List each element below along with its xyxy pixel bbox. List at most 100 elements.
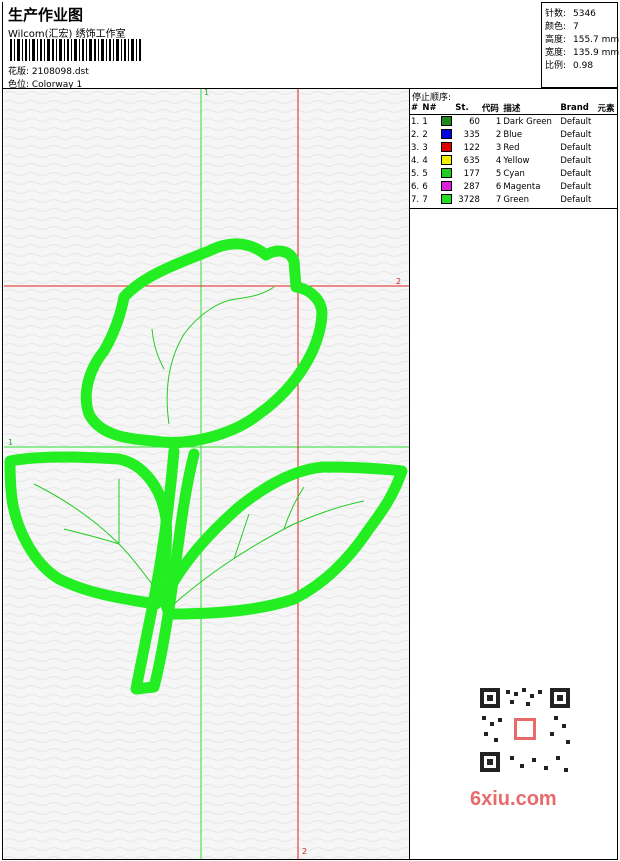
stitch-count: 335 (463, 129, 480, 140)
thread-code: 2 (495, 129, 502, 140)
table-row[interactable]: 1. 1 60 1 Dark Green Default (410, 115, 618, 129)
thread-description: Dark Green (503, 116, 552, 127)
thread-code: 6 (495, 181, 502, 192)
row-index: 7. (411, 194, 420, 205)
color-swatch (440, 194, 452, 205)
header: 生产作业图 Wilcom(汇宏) 绣饰工作室 花版: 2108098.dst 色… (2, 2, 542, 90)
stitch-count: 60 (469, 116, 480, 127)
guide-label: 2 (396, 277, 402, 286)
column-header: 代码 (480, 101, 503, 115)
color-swatch-cell (440, 167, 455, 180)
divider (2, 2, 3, 860)
row-index: 6. (411, 181, 420, 192)
table-row[interactable]: 6. 6 287 6 Magenta Default (410, 180, 618, 193)
table-header-row: # N# St. 代码 描述 Brand 元素 (410, 101, 618, 115)
element (597, 193, 618, 206)
row-index: 4. (411, 155, 420, 166)
stat-width: 宽度: 135.9 mm (545, 48, 620, 58)
color-swatch (440, 181, 452, 192)
element (597, 141, 618, 154)
color-swatch-cell (440, 115, 455, 129)
thread-description: Magenta (503, 181, 541, 192)
thread-code: 1 (495, 116, 502, 127)
barcode-icon (10, 39, 141, 61)
color-swatch (440, 168, 452, 179)
column-header: 描述 (502, 101, 560, 115)
design-canvas[interactable]: 1 2 1 2 (4, 89, 409, 859)
color-swatch-cell (440, 180, 455, 193)
row-index: 1. (411, 116, 420, 127)
row-index: 3. (411, 142, 420, 153)
column-header: 元素 (596, 101, 618, 115)
needle-number: 3 (422, 142, 428, 153)
studio-name: Wilcom(汇宏) 绣饰工作室 (8, 29, 126, 40)
color-swatch (440, 129, 452, 140)
stat-scale: 比例: 0.98 (545, 61, 594, 71)
divider (2, 859, 618, 860)
embroidery-design (4, 89, 409, 859)
thread-brand: Default (560, 181, 592, 192)
row-index: 2. (411, 129, 420, 140)
thread-brand: Default (560, 155, 592, 166)
row-index: 5. (411, 168, 420, 179)
column-header: N# (421, 101, 440, 115)
guide-label: 1 (8, 438, 14, 447)
needle-number: 4 (422, 155, 428, 166)
color-swatch-cell (440, 154, 455, 167)
thread-description: Blue (503, 129, 523, 140)
color-swatch-cell (440, 193, 455, 206)
thread-code: 5 (495, 168, 502, 179)
thread-code: 7 (495, 194, 502, 205)
needle-number: 1 (422, 116, 428, 127)
needle-number: 2 (422, 129, 428, 140)
thread-code: 4 (495, 155, 502, 166)
thread-description: Red (503, 142, 520, 153)
element (597, 167, 618, 180)
stop-sequence-table: # N# St. 代码 描述 Brand 元素 1. 1 60 1 Dark Green… (410, 101, 618, 206)
color-swatch (440, 155, 452, 166)
stat-stitches: 针数: 5346 (545, 9, 596, 19)
color-swatch (440, 116, 452, 127)
stitch-count: 3728 (458, 194, 480, 205)
element (597, 128, 618, 141)
thread-code: 3 (495, 142, 502, 153)
thread-description: Green (503, 194, 530, 205)
element (597, 115, 618, 129)
thread-brand: Default (560, 194, 592, 205)
table-row[interactable]: 3. 3 122 3 Red Default (410, 141, 618, 154)
stitch-count: 177 (463, 168, 480, 179)
color-swatch-cell (440, 141, 455, 154)
table-row[interactable]: 7. 7 3728 7 Green Default (410, 193, 618, 206)
thread-brand: Default (560, 116, 592, 127)
stitch-count: 635 (463, 155, 480, 166)
thread-brand: Default (560, 129, 592, 140)
thread-brand: Default (560, 142, 592, 153)
column-header: Brand (559, 101, 597, 115)
color-swatch-cell (440, 128, 455, 141)
thread-description: Yellow (503, 155, 530, 166)
guide-label: 1 (204, 89, 210, 97)
needle-number: 6 (422, 181, 428, 192)
stat-height: 高度: 155.7 mm (545, 35, 620, 45)
color-swatch (440, 142, 452, 153)
page-title: 生产作业图 (8, 6, 84, 24)
needle-number: 7 (422, 194, 428, 205)
table-row[interactable]: 2. 2 335 2 Blue Default (410, 128, 618, 141)
needle-number: 5 (422, 168, 428, 179)
column-header: St. (454, 101, 481, 115)
thread-description: Cyan (503, 168, 525, 179)
watermark-text: 6xiu.com (470, 788, 557, 810)
guide-label: 2 (302, 847, 308, 856)
stitch-count: 122 (463, 142, 480, 153)
table-row[interactable]: 5. 5 177 5 Cyan Default (410, 167, 618, 180)
stitch-count: 287 (463, 181, 480, 192)
thread-brand: Default (560, 168, 592, 179)
stat-colors: 颜色: 7 (545, 22, 579, 32)
element (597, 154, 618, 167)
table-row[interactable]: 4. 4 635 4 Yellow Default (410, 154, 618, 167)
qr-code-icon (470, 680, 580, 780)
stats-box: 针数: 5346 颜色: 7 高度: 155.7 mm 宽度: 135.9 mm 比例:… (541, 2, 620, 88)
column-header: # (410, 101, 422, 115)
element (597, 180, 618, 193)
design-file: 花版: 2108098.dst (8, 67, 89, 77)
